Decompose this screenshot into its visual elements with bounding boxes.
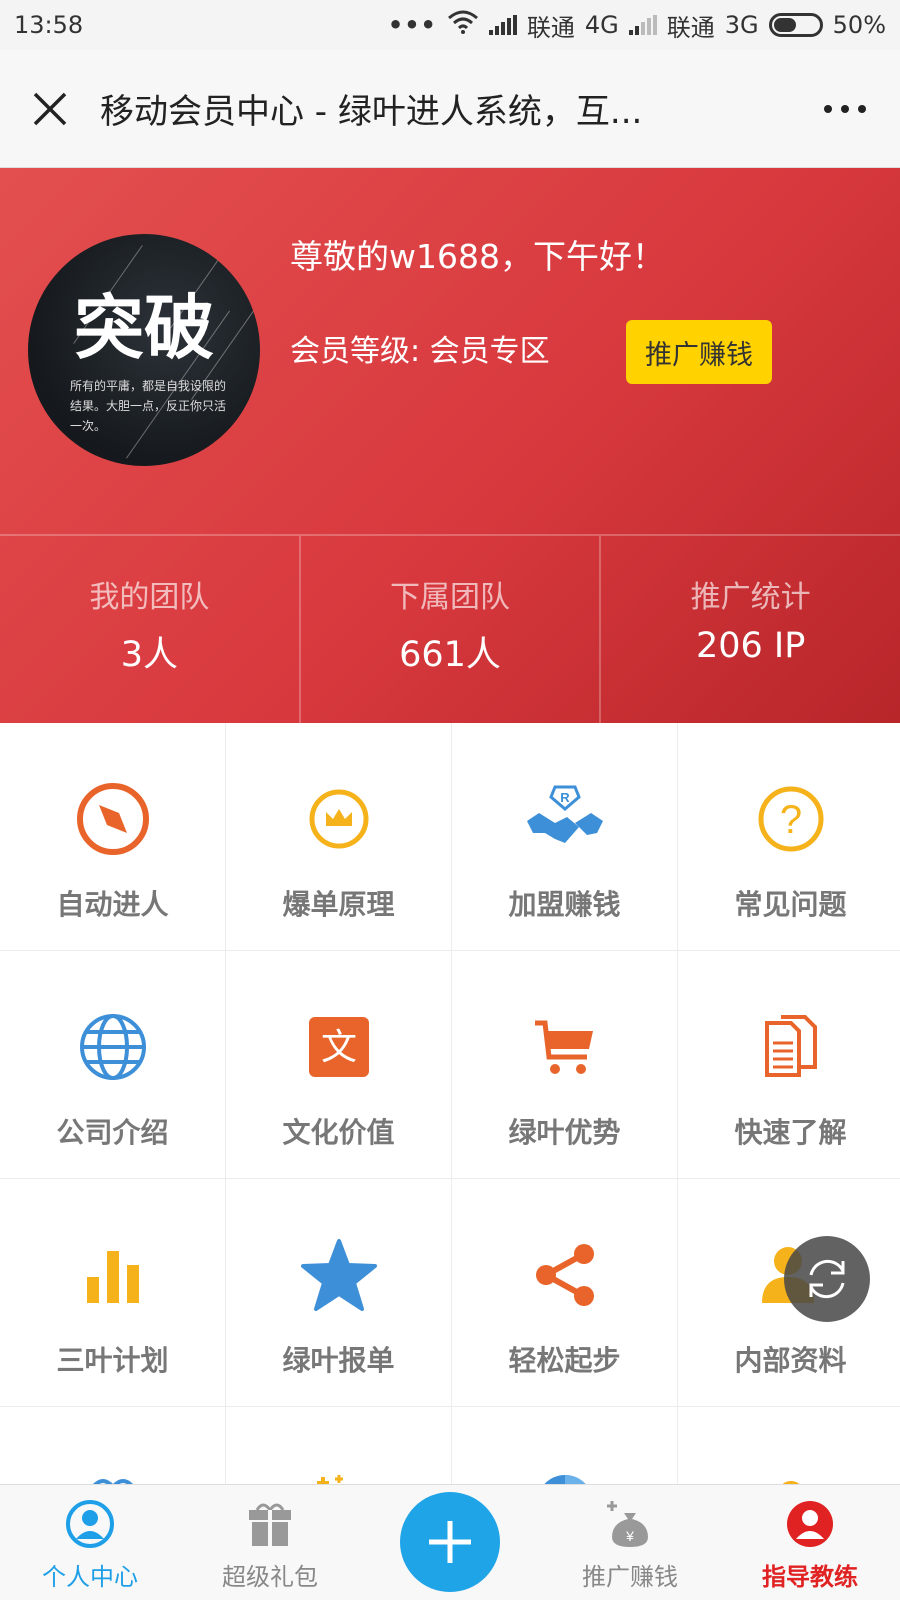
star-icon xyxy=(299,1235,379,1315)
plus-icon xyxy=(429,1521,471,1563)
svg-text:¥: ¥ xyxy=(625,1528,634,1544)
network2: 3G xyxy=(724,11,759,39)
grid-label: 内部资料 xyxy=(734,1344,847,1377)
stats-row: 我的团队 3人 下属团队 661人 推广统计 206 IP xyxy=(0,534,900,723)
grid-label: 加盟赚钱 xyxy=(508,888,621,921)
grid-item-easy-start[interactable]: 轻松起步 xyxy=(452,1179,677,1406)
grid-label: 常见问题 xyxy=(734,888,847,921)
stat-label: 推广统计 xyxy=(690,580,811,615)
grid-label: 爆单原理 xyxy=(282,888,395,921)
grid-item-faq[interactable]: ? 常见问题 xyxy=(678,723,900,950)
signal-icon-2 xyxy=(628,15,657,35)
grid-item-auto-join[interactable]: 自动进人 xyxy=(0,723,225,950)
refresh-icon xyxy=(809,1259,845,1299)
profile-header: 突破 所有的平庸，都是自我设限的结果。大胆一点，反正你只活一次。 尊敬的w168… xyxy=(0,168,900,723)
grid-label: 公司介绍 xyxy=(56,1116,169,1149)
status-time: 13:58 xyxy=(14,11,84,39)
avatar-caption: 所有的平庸，都是自我设限的结果。大胆一点，反正你只活一次。 xyxy=(70,379,227,433)
stat-value: 661人 xyxy=(399,635,501,675)
nav-label: 超级礼包 xyxy=(222,1563,318,1591)
nav-promote-earn[interactable]: ¥ 推广赚钱 xyxy=(540,1485,720,1600)
add-button[interactable] xyxy=(400,1492,500,1592)
svg-text:R: R xyxy=(560,790,570,805)
grid-item-three-leaf[interactable]: 三叶计划 xyxy=(0,1179,225,1406)
status-bar: 13:58 ••• 联通 4G 联通 3G 50% xyxy=(0,0,900,50)
grid-item-order-report[interactable]: 绿叶报单 xyxy=(226,1179,451,1406)
handshake-icon: R xyxy=(525,779,605,859)
wen-icon: 文 xyxy=(299,1007,379,1087)
bar-chart-icon xyxy=(73,1235,153,1315)
question-icon: ? xyxy=(751,779,831,859)
crown-icon xyxy=(299,779,379,859)
carrier2: 联通 xyxy=(666,13,715,42)
grid-item-culture[interactable]: 文 文化价值 xyxy=(226,951,451,1178)
greeting: 尊敬的w1688，下午好！ xyxy=(290,237,665,276)
grid-label: 绿叶优势 xyxy=(508,1116,621,1149)
grid-label: 自动进人 xyxy=(56,888,169,921)
nav-personal-center[interactable]: 个人中心 xyxy=(0,1485,180,1600)
grid-label: 快速了解 xyxy=(734,1116,847,1149)
refresh-button[interactable] xyxy=(784,1236,870,1322)
close-icon xyxy=(33,92,67,125)
grid-label: 绿叶报单 xyxy=(282,1344,395,1377)
stat-promotion[interactable]: 推广统计 206 IP xyxy=(601,536,900,723)
grid-label: 文化价值 xyxy=(282,1116,395,1149)
gift-icon xyxy=(243,1497,297,1551)
network1: 4G xyxy=(584,11,619,39)
page-title: 移动会员中心 - 绿叶进人系统，互... xyxy=(100,92,643,132)
close-button[interactable] xyxy=(0,50,100,168)
nav-label: 指导教练 xyxy=(762,1563,858,1591)
money-bag-icon: ¥ xyxy=(603,1497,657,1551)
battery-level: 50% xyxy=(832,11,886,39)
grid-label: 轻松起步 xyxy=(508,1344,621,1377)
stat-label: 下属团队 xyxy=(390,580,510,615)
grid-item-company-intro[interactable]: 公司介绍 xyxy=(0,951,225,1178)
document-icon xyxy=(751,1007,831,1087)
stat-value: 206 IP xyxy=(696,626,806,666)
signal-icon xyxy=(488,15,517,35)
share-icon xyxy=(525,1235,605,1315)
title-bar: 移动会员中心 - 绿叶进人系统，互... xyxy=(0,50,900,168)
promote-earn-button[interactable]: 推广赚钱 xyxy=(626,320,772,384)
stat-label: 我的团队 xyxy=(89,580,210,615)
battery-icon xyxy=(768,13,823,37)
grid-item-franchise[interactable]: R 加盟赚钱 xyxy=(452,723,677,950)
member-level: 会员等级: 会员专区 xyxy=(290,334,550,369)
carrier1: 联通 xyxy=(526,13,575,42)
cart-icon xyxy=(525,1007,605,1087)
nav-coach[interactable]: 指导教练 xyxy=(720,1485,900,1600)
grid-label: 三叶计划 xyxy=(56,1344,169,1377)
svg-text:?: ? xyxy=(779,798,801,842)
grid-item-quick-overview[interactable]: 快速了解 xyxy=(678,951,900,1178)
wifi-icon xyxy=(447,10,479,40)
svg-text:文: 文 xyxy=(320,1027,356,1068)
coach-icon xyxy=(783,1497,837,1551)
avatar[interactable]: 突破 所有的平庸，都是自我设限的结果。大胆一点，反正你只活一次。 xyxy=(28,234,260,466)
more-icon xyxy=(824,104,866,113)
globe-icon xyxy=(73,1007,153,1087)
stat-sub-team[interactable]: 下属团队 661人 xyxy=(301,536,602,723)
stat-my-team[interactable]: 我的团队 3人 xyxy=(0,536,301,723)
grid-item-burst-order[interactable]: 爆单原理 xyxy=(226,723,451,950)
stat-value: 3人 xyxy=(120,635,178,675)
nav-label: 推广赚钱 xyxy=(582,1563,678,1591)
more-menu-button[interactable] xyxy=(790,50,900,168)
user-circle-icon xyxy=(63,1497,117,1551)
nav-label: 个人中心 xyxy=(42,1563,138,1591)
compass-icon xyxy=(73,779,153,859)
grid-item-advantage[interactable]: 绿叶优势 xyxy=(452,951,677,1178)
feature-grid: 自动进人 爆单原理 R 加盟赚钱 ? 常见问题 公司介绍 文 文化价值 绿叶优势… xyxy=(0,723,900,1600)
more-dots-icon: ••• xyxy=(387,11,437,39)
nav-super-gift[interactable]: 超级礼包 xyxy=(180,1485,360,1600)
avatar-title: 突破 xyxy=(74,286,214,369)
